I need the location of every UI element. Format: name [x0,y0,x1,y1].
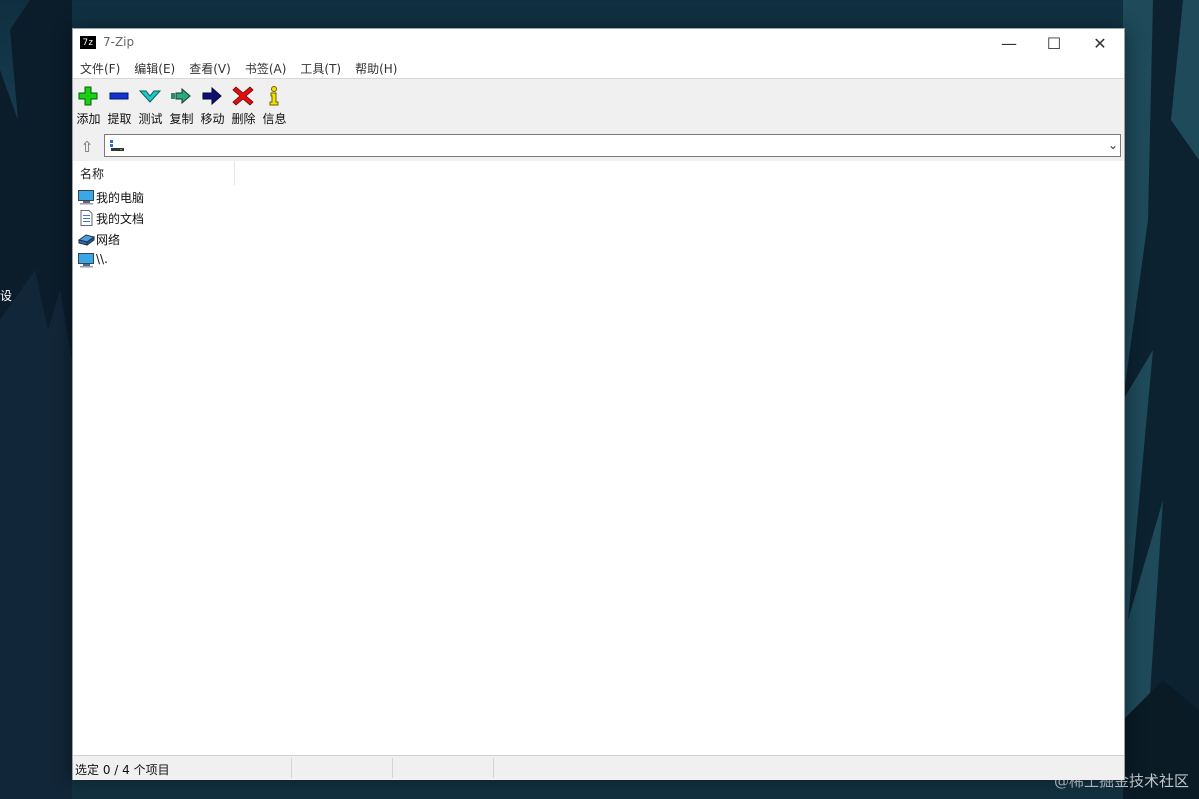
column-header-name[interactable]: 名称 [73,161,235,185]
check-icon [139,90,161,103]
move-label: 移动 [200,112,225,126]
test-label: 测试 [138,112,163,126]
toolbar: 添加 提取 测试 复制 移动 删除 信息 [73,78,1124,134]
up-folder-button[interactable]: ⇧ [76,137,98,157]
file-list[interactable]: 名称 我的电脑 我的文档 网络 \\. [73,161,1124,755]
computer-icon [78,253,94,268]
minimize-button[interactable]: — [986,29,1032,58]
desktop-forest-left [0,0,72,799]
copy-label: 复制 [169,112,194,126]
status-pane-size [292,758,393,778]
status-selection-text: 选定 0 / 4 个项目 [75,763,170,777]
menu-help[interactable]: 帮助(H) [355,60,397,77]
7zip-window: 7z 7-Zip — ☐ ✕ 文件(F) 编辑(E) 查看(V) 书签(A) 工… [72,28,1125,780]
extract-button[interactable]: 提取 [104,79,135,131]
menu-bar: 文件(F) 编辑(E) 查看(V) 书签(A) 工具(T) 帮助(H) [73,58,1124,78]
status-bar: 选定 0 / 4 个项目 [73,755,1124,780]
minus-icon [109,92,129,100]
add-label: 添加 [76,112,101,126]
extract-label: 提取 [107,112,132,126]
path-combobox[interactable]: ⌄ [104,134,1121,157]
list-item-name: 网络 [96,233,121,247]
menu-edit[interactable]: 编辑(E) [134,60,175,77]
app-icon: 7z [80,36,96,49]
computer-small-icon [110,140,124,151]
close-button[interactable]: ✕ [1077,29,1123,58]
list-item-name: 我的电脑 [96,191,145,205]
address-bar: ⇧ ⌄ [73,133,1124,161]
maximize-button[interactable]: ☐ [1031,29,1077,58]
column-header-label: 名称 [80,167,105,181]
add-button[interactable]: 添加 [73,79,104,131]
copy-arrow-icon [171,87,191,105]
copy-button[interactable]: 复制 [166,79,197,131]
delete-label: 删除 [231,112,256,126]
info-label: 信息 [262,112,287,126]
plus-icon [78,86,98,106]
info-icon [269,86,279,106]
document-icon [80,210,93,226]
status-pane-modified [393,758,494,778]
desktop-forest-right [1123,0,1199,799]
chevron-down-icon[interactable]: ⌄ [1108,138,1118,152]
menu-view[interactable]: 查看(V) [189,60,231,77]
move-button[interactable]: 移动 [197,79,228,131]
test-button[interactable]: 测试 [135,79,166,131]
delete-x-icon [232,86,254,106]
delete-button[interactable]: 删除 [228,79,259,131]
info-button[interactable]: 信息 [259,79,290,131]
list-item-name: 我的文档 [96,212,145,226]
title-bar[interactable]: 7z 7-Zip — ☐ ✕ [73,29,1124,58]
network-icon [78,234,95,246]
menu-file[interactable]: 文件(F) [80,60,120,77]
move-arrow-icon [202,86,222,106]
menu-tools[interactable]: 工具(T) [300,60,341,77]
menu-bookmarks[interactable]: 书签(A) [245,60,287,77]
list-item-name: \\. [96,252,108,266]
window-title: 7-Zip [103,35,135,49]
desktop-text-fragment: 设 [0,289,13,303]
status-pane-selection: 选定 0 / 4 个项目 [73,758,292,778]
computer-icon [78,190,94,205]
